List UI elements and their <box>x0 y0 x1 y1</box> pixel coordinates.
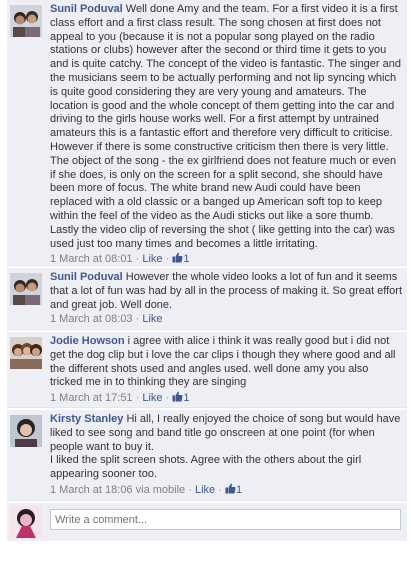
comment-text: Well done Amy and the team. For a first … <box>50 3 401 250</box>
avatar[interactable] <box>10 273 42 305</box>
comment-input[interactable] <box>50 509 401 530</box>
comment-feed: Sunil Poduval Well done Amy and the team… <box>7 0 407 541</box>
comment-author-link[interactable]: Sunil Poduval <box>50 271 123 283</box>
like-button[interactable]: Like <box>142 313 162 325</box>
comment-item: Sunil Poduval Well done Amy and the team… <box>7 0 407 266</box>
comment-timestamp[interactable]: 1 March at 18:06 <box>50 484 133 496</box>
like-button[interactable]: Like <box>195 484 215 496</box>
comment-item: Sunil Poduval However the whole video lo… <box>7 268 407 330</box>
comment-item: Kirsty Stanley Hi all, I really enjoyed … <box>7 410 407 501</box>
comment-text-block: Kirsty Stanley Hi all, I really enjoyed … <box>50 413 403 482</box>
avatar[interactable] <box>10 5 42 37</box>
comment-author-link[interactable]: Kirsty Stanley <box>50 413 123 425</box>
comment-composer <box>7 503 407 541</box>
thumbs-up-icon[interactable] <box>172 252 183 267</box>
comment-text-block: Sunil Poduval However the whole video lo… <box>50 271 403 312</box>
via-mobile-label[interactable]: via mobile <box>136 484 186 496</box>
like-count[interactable]: 1 <box>183 392 189 404</box>
comment-meta: 1 March at 18:06 via mobile · Like · 1 <box>50 483 243 498</box>
comment-text-block: Jodie Howson i agree with alice i think … <box>50 335 403 390</box>
comment-meta: 1 March at 08:03 · Like <box>50 313 163 326</box>
thumbs-up-icon[interactable] <box>172 391 183 406</box>
avatar <box>10 506 42 538</box>
like-count[interactable]: 1 <box>183 253 189 265</box>
avatar[interactable] <box>10 337 42 369</box>
comment-timestamp[interactable]: 1 March at 08:03 <box>50 313 133 325</box>
comment-text-block: Sunil Poduval Well done Amy and the team… <box>50 3 403 251</box>
comment-author-link[interactable]: Sunil Poduval <box>50 3 123 15</box>
comment-timestamp[interactable]: 1 March at 17:51 <box>50 392 133 404</box>
thumbs-up-icon[interactable] <box>225 483 236 498</box>
comment-item: Jodie Howson i agree with alice i think … <box>7 332 407 408</box>
like-button[interactable]: Like <box>142 253 162 265</box>
comment-meta: 1 March at 17:51 · Like · 1 <box>50 391 190 406</box>
comment-author-link[interactable]: Jodie Howson <box>50 335 125 347</box>
avatar[interactable] <box>10 415 42 447</box>
comment-timestamp[interactable]: 1 March at 08:01 <box>50 253 133 265</box>
like-count[interactable]: 1 <box>236 484 242 496</box>
comment-meta: 1 March at 08:01 · Like · 1 <box>50 252 190 267</box>
like-button[interactable]: Like <box>142 392 162 404</box>
